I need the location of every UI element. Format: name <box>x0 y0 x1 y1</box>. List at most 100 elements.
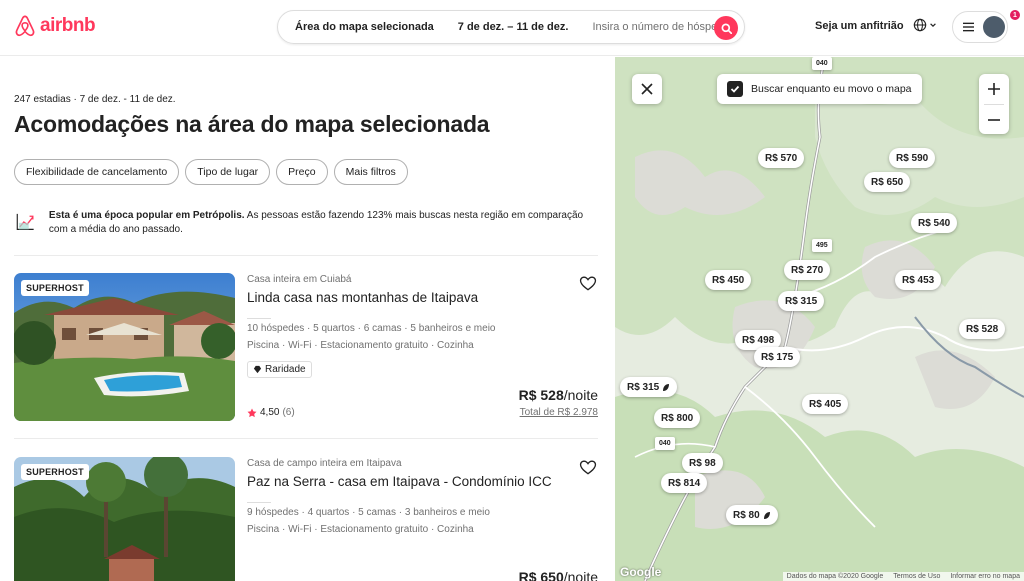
rarity-label: Raridade <box>265 364 306 375</box>
map-panel[interactable]: Buscar enquanto eu movo o mapa 040 495 0… <box>615 57 1024 581</box>
price-pin[interactable]: R$ 315 <box>620 377 678 397</box>
listing-title[interactable]: Linda casa nas montanhas de Itaipava <box>247 290 478 305</box>
airbnb-logo-text: airbnb <box>40 15 96 36</box>
gem-icon <box>253 365 262 374</box>
filter-price[interactable]: Preço <box>276 159 328 185</box>
price-pin[interactable]: R$ 315 <box>778 291 825 311</box>
divider <box>14 255 598 256</box>
price-value: R$ 528 <box>518 387 564 403</box>
map-attribution: Dados do mapa ©2020 Google Termos de Uso… <box>782 572 1024 581</box>
map-terrain <box>615 57 1024 581</box>
listing-card[interactable]: SUPERHOST Casa de campo inteira em Itaip… <box>14 457 598 581</box>
price-pin[interactable]: R$ 80 <box>726 505 778 525</box>
review-count: (6) <box>282 407 295 418</box>
minus-icon <box>988 119 1000 121</box>
price-value: R$ 650 <box>518 569 564 581</box>
popular-notice-bold: Esta é uma época popular em Petrópolis. <box>48 210 245 221</box>
price-pin-label: R$ 315 <box>627 381 660 393</box>
close-map-button[interactable] <box>632 74 662 104</box>
listings-panel: 247 estadias · 7 de dez. - 11 de dez. Ac… <box>0 57 615 581</box>
price-pin[interactable]: R$ 590 <box>889 148 936 168</box>
report-error-link[interactable]: Informar erro no mapa <box>950 573 1020 580</box>
filter-more[interactable]: Mais filtros <box>333 159 408 185</box>
road-label: 495 <box>812 239 832 252</box>
price-pin[interactable]: R$ 540 <box>911 213 958 233</box>
filter-cancellation[interactable]: Flexibilidade de cancelamento <box>14 159 180 185</box>
zoom-controls <box>979 74 1009 134</box>
listing-photo[interactable]: SUPERHOST <box>14 457 235 581</box>
listing-divider <box>247 502 271 503</box>
listing-type: Casa de campo inteira em Itaipava <box>247 458 402 469</box>
price-pin[interactable]: R$ 570 <box>758 148 805 168</box>
filter-bar: Flexibilidade de cancelamento Tipo de lu… <box>14 159 408 185</box>
listing-divider <box>247 318 271 319</box>
avatar <box>983 16 1005 38</box>
heart-icon[interactable] <box>578 273 598 293</box>
listing-type: Casa inteira em Cuiabá <box>247 274 352 285</box>
search-as-move-label: Buscar enquanto eu movo o mapa <box>751 83 912 95</box>
search-button[interactable] <box>714 16 738 40</box>
trending-chart-icon <box>16 213 34 230</box>
price-pin[interactable]: R$ 270 <box>784 260 831 280</box>
price-pin[interactable]: R$ 450 <box>705 270 752 290</box>
price-pin[interactable]: R$ 98 <box>682 453 723 473</box>
price-pin[interactable]: R$ 814 <box>661 473 708 493</box>
road-label: 040 <box>812 57 832 70</box>
superhost-badge: SUPERHOST <box>21 280 89 296</box>
listing-amenities: Piscina · Wi-Fi · Estacionamento gratuit… <box>247 524 474 535</box>
zoom-out-button[interactable] <box>979 105 1009 135</box>
chevron-down-icon <box>930 23 936 28</box>
plus-icon <box>988 83 1000 95</box>
price-unit: /noite <box>563 569 598 581</box>
search-as-move-toggle[interactable]: Buscar enquanto eu movo o mapa <box>717 74 922 104</box>
globe-icon <box>913 18 927 32</box>
listing-price: R$ 528/noite <box>519 387 598 403</box>
listing-card[interactable]: SUPERHOST Casa inteira em Cuiabá Linda c… <box>14 273 598 423</box>
price-pin[interactable]: R$ 528 <box>959 319 1006 339</box>
popular-notice-text: Esta é uma época popular em Petrópolis. … <box>49 209 598 237</box>
road-label: 040 <box>655 437 675 450</box>
price-pin[interactable]: R$ 650 <box>864 172 911 192</box>
price-pin-label: R$ 80 <box>733 509 760 521</box>
terms-link[interactable]: Termos de Uso <box>893 573 940 580</box>
listing-photo[interactable]: SUPERHOST <box>14 273 235 421</box>
zoom-in-button[interactable] <box>979 74 1009 104</box>
user-menu-button[interactable] <box>952 11 1008 43</box>
google-logo: Google <box>620 565 662 579</box>
price-unit: /noite <box>563 387 598 403</box>
listing-details: 10 hóspedes · 5 quartos · 6 camas · 5 ba… <box>247 323 496 334</box>
close-icon <box>641 83 653 95</box>
rating-value: 4,50 <box>260 407 280 418</box>
check-icon <box>730 85 740 93</box>
leaf-icon <box>763 511 770 519</box>
listing-rating: 4,50 (6) <box>247 407 295 418</box>
price-total-link[interactable]: Total de R$ 2.978 <box>520 407 598 418</box>
price-pin[interactable]: R$ 453 <box>895 270 942 290</box>
search-location[interactable]: Área do mapa selecionada <box>278 21 446 33</box>
heart-icon[interactable] <box>578 457 598 477</box>
airbnb-logo-icon <box>15 15 35 37</box>
rarity-badge: Raridade <box>247 361 312 378</box>
search-icon <box>721 23 732 34</box>
price-pin[interactable]: R$ 800 <box>654 408 701 428</box>
search-bar[interactable]: Área do mapa selecionada 7 de dez. – 11 … <box>277 10 745 44</box>
price-pin[interactable]: R$ 405 <box>802 394 849 414</box>
popular-notice: Esta é uma época popular em Petrópolis. … <box>14 209 598 237</box>
language-button[interactable] <box>913 18 937 32</box>
top-header: airbnb Área do mapa selecionada 7 de dez… <box>0 0 1024 56</box>
search-dates[interactable]: 7 de dez. – 11 de dez. <box>446 21 581 33</box>
listing-title[interactable]: Paz na Serra - casa em Itaipava - Condom… <box>247 474 552 489</box>
map-data-credit: Dados do mapa ©2020 Google <box>786 573 884 580</box>
star-icon <box>247 408 257 417</box>
price-pin[interactable]: R$ 175 <box>754 347 801 367</box>
listing-amenities: Piscina · Wi-Fi · Estacionamento gratuit… <box>247 340 474 351</box>
notification-badge: 1 <box>1009 9 1021 21</box>
superhost-badge: SUPERHOST <box>21 464 89 480</box>
listing-price: R$ 650/noite <box>519 569 598 581</box>
checkbox-checked[interactable] <box>727 81 743 97</box>
results-summary: 247 estadias · 7 de dez. - 11 de dez. <box>14 94 176 105</box>
become-host-link[interactable]: Seja um anfitrião <box>815 20 904 32</box>
filter-place-type[interactable]: Tipo de lugar <box>185 159 271 185</box>
divider <box>14 438 598 439</box>
airbnb-logo[interactable]: airbnb <box>14 14 96 38</box>
